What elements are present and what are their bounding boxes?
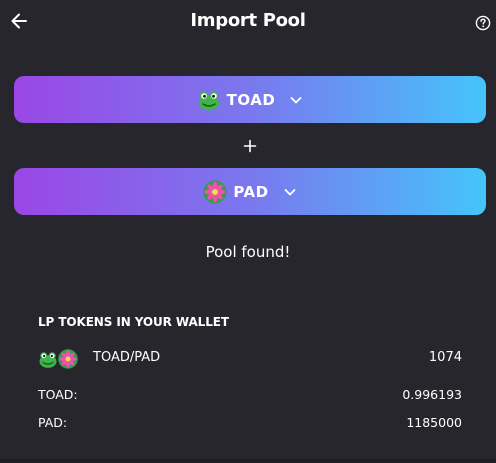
token-b-select[interactable]: PAD <box>14 168 486 215</box>
lp-tokens-heading: LP TOKENS IN YOUR WALLET <box>38 315 229 329</box>
plus-icon <box>243 139 257 153</box>
lp-pad-row: PAD: 1185000 <box>38 413 462 433</box>
frog-icon <box>198 91 219 110</box>
token-b-symbol: PAD <box>233 182 269 201</box>
lp-pair-label: TOAD/PAD <box>93 350 161 365</box>
lp-toad-value: 0.996193 <box>402 387 462 402</box>
header: Import Pool <box>0 0 496 46</box>
pair-token-icons <box>39 349 78 369</box>
pool-found-message: Pool found! <box>205 243 291 261</box>
lp-pair-row: TOAD/PAD 1074 <box>38 348 462 369</box>
token-a-select[interactable]: TOAD <box>14 76 486 123</box>
lp-toad-row: TOAD: 0.996193 <box>38 385 462 405</box>
chevron-down-icon <box>290 96 302 103</box>
bottom-divider <box>0 459 496 463</box>
flower-icon <box>58 349 78 369</box>
chevron-down-icon <box>284 188 295 195</box>
lp-toad-label: TOAD: <box>38 387 78 402</box>
token-a-symbol: TOAD <box>226 90 276 109</box>
help-circle-icon <box>475 15 491 31</box>
lp-tokens-card: LP TOKENS IN YOUR WALLET TOAD/PAD 1074 T… <box>14 294 486 450</box>
frog-icon <box>39 352 57 368</box>
lp-pair-balance: 1074 <box>428 350 462 365</box>
help-button[interactable] <box>475 15 491 31</box>
page-title: Import Pool <box>190 10 306 31</box>
lp-pad-value: 1185000 <box>406 415 462 430</box>
flower-icon <box>203 180 227 203</box>
lp-pad-label: PAD: <box>38 415 68 430</box>
